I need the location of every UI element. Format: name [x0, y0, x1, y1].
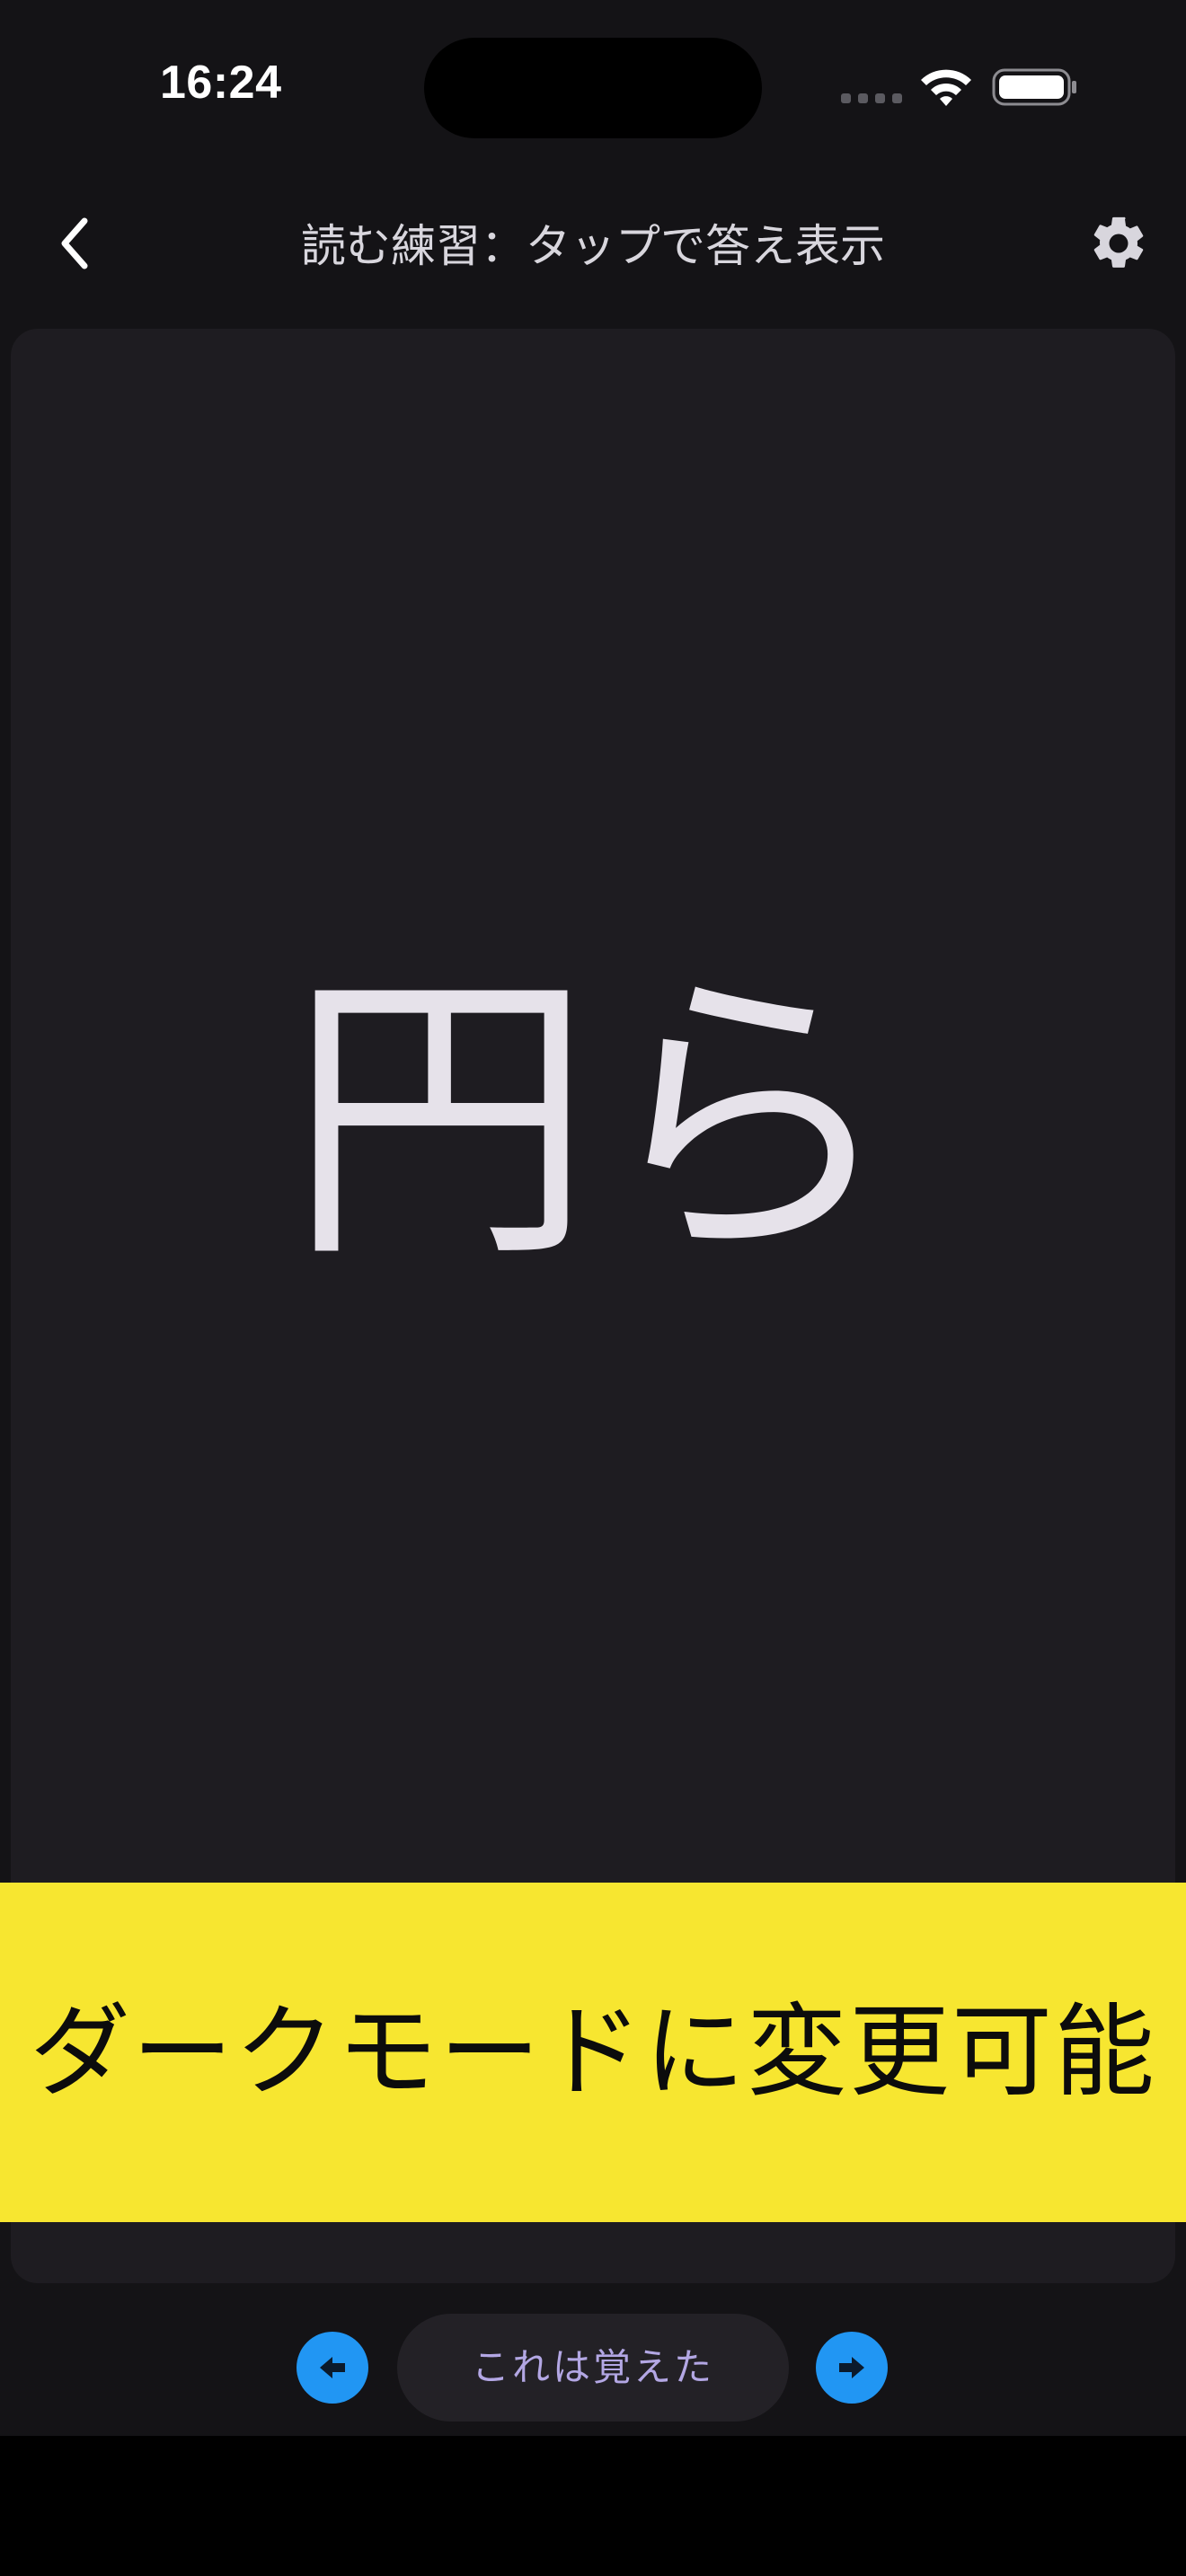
gear-icon — [1093, 216, 1144, 268]
promo-banner-text: ダークモードに変更可能 — [30, 1994, 1156, 2111]
settings-button[interactable] — [1087, 212, 1150, 275]
home-indicator-area — [0, 2436, 1186, 2576]
chevron-left-icon — [61, 217, 88, 269]
status-time: 16:24 — [160, 57, 282, 109]
app-screen: 16:24 読む練習：タップで答え表示 円ら ダークモードに変更可能 これは覚え — [0, 0, 1186, 2436]
cellular-signal-icon — [841, 93, 902, 103]
arrow-right-icon — [839, 2357, 864, 2378]
back-button[interactable] — [45, 203, 108, 284]
promo-banner: ダークモードに変更可能 — [0, 1883, 1186, 2222]
memorized-button[interactable]: これは覚えた — [397, 2314, 789, 2422]
card-word: 円ら — [288, 943, 898, 1299]
wifi-icon — [921, 69, 971, 106]
page-title: 読む練習：タップで答え表示 — [301, 220, 885, 272]
next-button[interactable] — [816, 2332, 888, 2404]
arrow-left-icon — [320, 2357, 345, 2378]
previous-button[interactable] — [296, 2332, 368, 2404]
dynamic-island — [424, 38, 762, 138]
battery-icon — [992, 68, 1076, 106]
